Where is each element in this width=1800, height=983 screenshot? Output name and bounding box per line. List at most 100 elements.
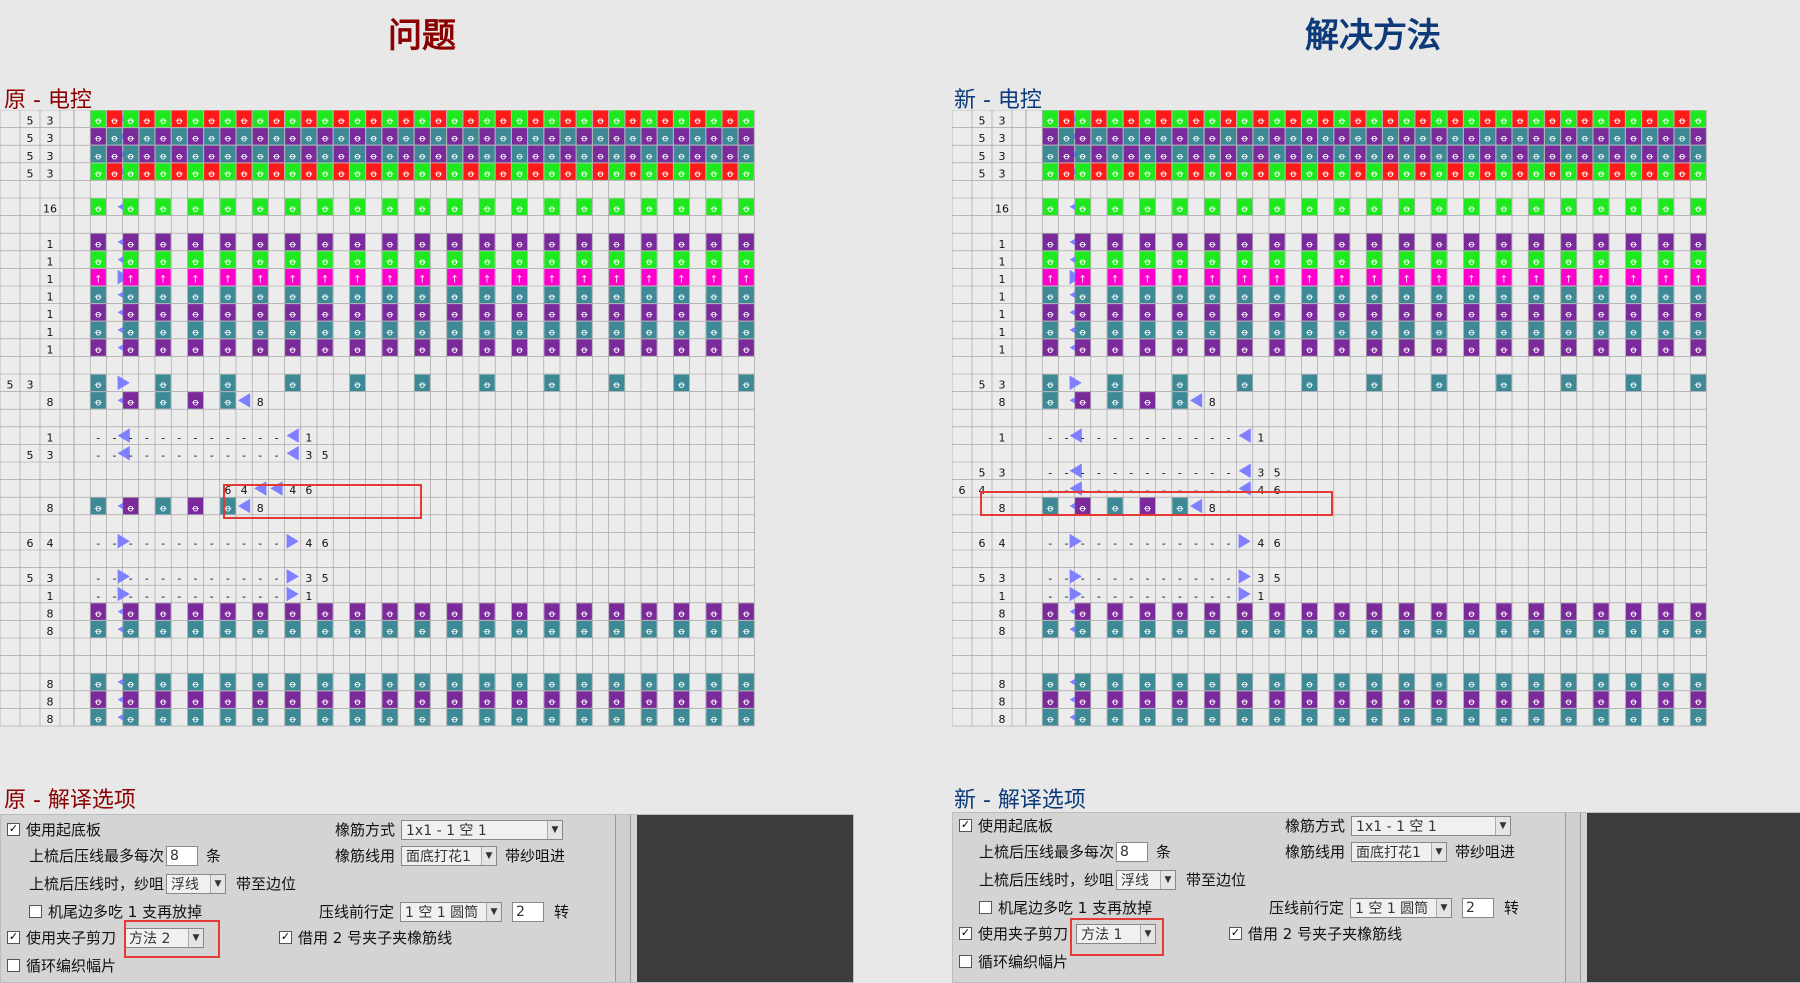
loop-stitch-icon: ꝋ <box>1662 257 1669 268</box>
loop-stitch-icon: ꝋ <box>338 169 345 180</box>
loop-stitch-icon: ꝋ <box>1419 134 1426 145</box>
dash-mark: - <box>210 590 214 603</box>
loop-stitch-icon: ꝋ <box>678 292 685 303</box>
loop-stitch-icon: ꝋ <box>1079 151 1086 162</box>
dash-mark: - <box>1146 537 1150 550</box>
rib-mode-select[interactable]: 1x1 - 1 空 1 ▼ <box>1351 815 1512 836</box>
max-input[interactable]: 8 <box>166 845 199 866</box>
tail-checkbox[interactable] <box>979 901 992 914</box>
loop-stitch-icon: ꝋ <box>581 116 588 127</box>
loop-stitch-icon: ꝋ <box>1338 327 1345 338</box>
loop-stitch-icon: ꝋ <box>1614 169 1621 180</box>
yarn-select[interactable]: 浮线 ▼ <box>1116 869 1177 890</box>
dash-mark: - <box>1162 431 1166 444</box>
loop-stitch-icon: ꝋ <box>1371 380 1378 391</box>
use-board-label: 使用起底板 <box>978 817 1054 835</box>
rib-yarn-select[interactable]: 面底打花1 ▼ <box>401 845 498 866</box>
left-control-grid[interactable]: 53ꝋꝋꝋꝋꝋꝋꝋꝋꝋꝋꝋꝋꝋꝋꝋꝋꝋꝋꝋꝋꝋꝋꝋꝋꝋꝋꝋꝋꝋꝋꝋꝋꝋꝋꝋꝋꝋꝋ… <box>0 110 852 750</box>
loop-stitch-icon: ꝋ <box>1274 292 1281 303</box>
pre-select[interactable]: 1 空 1 圆筒 ▼ <box>400 901 503 922</box>
loop-stitch-icon: ꝋ <box>419 292 426 303</box>
dash-mark: - <box>129 537 133 550</box>
dash-mark: - <box>1081 467 1085 480</box>
loop-stitch-icon: ꝋ <box>581 327 588 338</box>
loop-stitch-icon: ꝋ <box>208 116 215 127</box>
loop-stitch-icon: ꝋ <box>176 134 183 145</box>
row-number: 5 <box>27 150 34 163</box>
loop-stitch-icon: ꝋ <box>95 503 102 514</box>
dash-mark: - <box>129 590 133 603</box>
loop-checkbox[interactable] <box>7 959 20 972</box>
dash-mark: - <box>242 537 246 550</box>
loop-stitch-icon: ꝋ <box>1387 134 1394 145</box>
loop-stitch-icon: ꝋ <box>1047 239 1054 250</box>
dash-mark: - <box>1227 537 1231 550</box>
rib-yarn-select[interactable]: 面底打花1 ▼ <box>1351 841 1448 862</box>
rib-mode-select[interactable]: 1x1 - 1 空 1 ▼ <box>401 819 564 840</box>
right-control-grid[interactable]: 53ꝋꝋꝋꝋꝋꝋꝋꝋꝋꝋꝋꝋꝋꝋꝋꝋꝋꝋꝋꝋꝋꝋꝋꝋꝋꝋꝋꝋꝋꝋꝋꝋꝋꝋꝋꝋꝋꝋ… <box>952 110 1800 750</box>
up-arrow-icon: ↑ <box>710 275 718 286</box>
loop-stitch-icon: ꝋ <box>613 715 620 726</box>
loop-stitch-icon: ꝋ <box>548 627 555 638</box>
loop-stitch-icon: ꝋ <box>581 257 588 268</box>
dash-mark: - <box>1210 431 1214 444</box>
max-input[interactable]: 8 <box>1116 841 1149 862</box>
row-number: 3 <box>47 572 54 585</box>
loop-checkbox[interactable] <box>959 955 972 968</box>
loop-stitch-icon: ꝋ <box>1387 151 1394 162</box>
right-options-scrollbar[interactable] <box>1565 813 1581 982</box>
borrow-checkbox[interactable]: ✓ <box>1229 927 1242 940</box>
pre-count-input[interactable]: 2 <box>512 901 545 922</box>
loop-stitch-icon: ꝋ <box>1338 151 1345 162</box>
loop-stitch-icon: ꝋ <box>1209 715 1216 726</box>
loop-stitch-icon: ꝋ <box>548 292 555 303</box>
up-arrow-icon: ↑ <box>1208 275 1216 286</box>
loop-stitch-icon: ꝋ <box>1517 169 1524 180</box>
loop-stitch-icon: ꝋ <box>1112 345 1119 356</box>
pre-count-input[interactable]: 2 <box>1462 897 1495 918</box>
pre-select[interactable]: 1 空 1 圆筒 ▼ <box>1350 897 1453 918</box>
loop-stitch-icon: ꝋ <box>322 292 329 303</box>
loop-stitch-icon: ꝋ <box>1630 380 1637 391</box>
loop-stitch-icon: ꝋ <box>597 151 604 162</box>
loop-stitch-icon: ꝋ <box>662 116 669 127</box>
loop-stitch-icon: ꝋ <box>1468 345 1475 356</box>
loop-stitch-icon: ꝋ <box>1306 679 1313 690</box>
use-clip-checkbox[interactable]: ✓ <box>959 927 972 940</box>
loop-stitch-icon: ꝋ <box>1355 134 1362 145</box>
up-arrow-icon: ↑ <box>1111 275 1119 286</box>
tail-checkbox[interactable] <box>29 905 42 918</box>
row-number: 3 <box>999 467 1006 480</box>
right-options-panel: ✓ 使用起底板 上梳后压线最多每次 8 条 上梳后压线时，纱咀 浮线 ▼ 带至边位 机尾边多… <box>952 812 1800 983</box>
row-number: 1 <box>47 291 54 304</box>
loop-stitch-icon: ꝋ <box>386 257 393 268</box>
loop-stitch-icon: ꝋ <box>1565 679 1572 690</box>
left-clip-highlight <box>124 920 220 958</box>
loop-stitch-icon: ꝋ <box>257 327 264 338</box>
dash-mark: - <box>1129 467 1133 480</box>
up-arrow-icon: ↑ <box>1662 275 1670 286</box>
dash-mark: - <box>129 431 133 444</box>
row-number: 4 <box>999 537 1006 550</box>
loop-stitch-icon: ꝋ <box>1403 345 1410 356</box>
loop-stitch-icon: ꝋ <box>662 134 669 145</box>
loop-stitch-icon: ꝋ <box>224 345 231 356</box>
loop-stitch-icon: ꝋ <box>257 679 264 690</box>
dash-mark: - <box>275 537 279 550</box>
use-board-checkbox[interactable]: ✓ <box>959 819 972 832</box>
loop-stitch-icon: ꝋ <box>224 609 231 620</box>
up-arrow-icon: ↑ <box>386 275 394 286</box>
yarn-select[interactable]: 浮线 ▼ <box>166 873 227 894</box>
use-clip-checkbox[interactable]: ✓ <box>7 931 20 944</box>
loop-stitch-icon: ꝋ <box>548 204 555 215</box>
loop-stitch-icon: ꝋ <box>127 715 134 726</box>
left-options-scrollbar[interactable] <box>615 815 631 982</box>
use-board-checkbox[interactable]: ✓ <box>7 823 20 836</box>
borrow-checkbox[interactable]: ✓ <box>279 931 292 944</box>
loop-stitch-icon: ꝋ <box>678 204 685 215</box>
loop-stitch-icon: ꝋ <box>467 134 474 145</box>
loop-stitch-icon: ꝋ <box>160 715 167 726</box>
dash-mark: - <box>258 537 262 550</box>
use-clip-label: 使用夹子剪刀 <box>978 925 1069 943</box>
loop-stitch-icon: ꝋ <box>678 116 685 127</box>
